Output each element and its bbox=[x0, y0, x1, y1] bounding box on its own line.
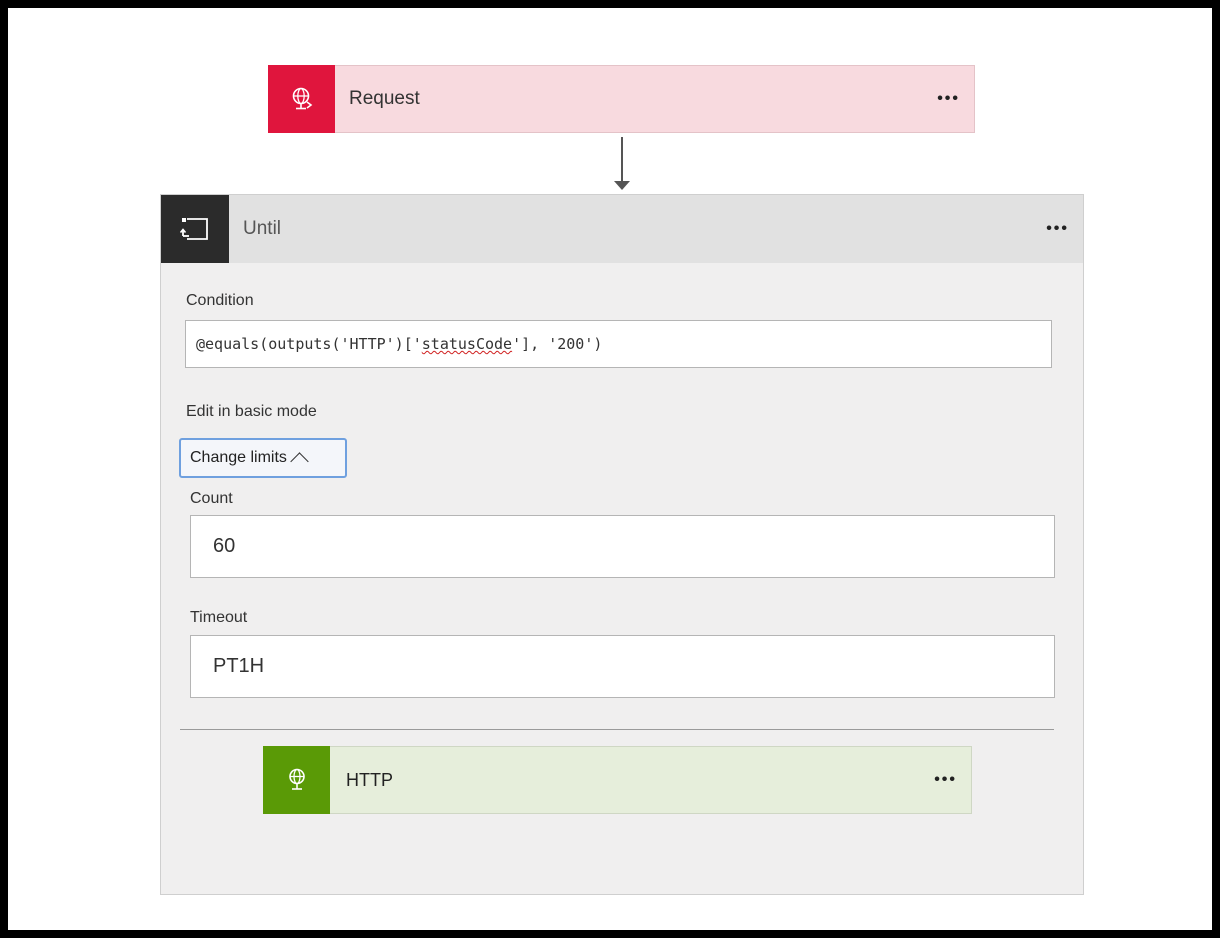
request-more-options-button[interactable]: ••• bbox=[923, 90, 974, 108]
chevron-up-icon bbox=[290, 452, 309, 471]
condition-label: Condition bbox=[186, 292, 254, 309]
until-icon-tile bbox=[161, 195, 229, 263]
connector-arrow-line bbox=[621, 137, 623, 183]
until-title: Until bbox=[243, 218, 282, 239]
until-scope-card: Until ••• Condition @equals(outputs('HTT… bbox=[160, 194, 1084, 895]
condition-input[interactable]: @equals(outputs('HTTP')[' statusCode '], '… bbox=[185, 320, 1052, 368]
scope-divider bbox=[180, 729, 1054, 730]
condition-suffix: '], '200') bbox=[512, 335, 603, 353]
globe-http-icon bbox=[288, 768, 305, 790]
http-more-options-button[interactable]: ••• bbox=[920, 771, 971, 789]
condition-misspelled-word: statusCode bbox=[421, 335, 513, 353]
connector-arrow-head bbox=[614, 181, 630, 190]
change-limits-label: Change limits bbox=[190, 449, 287, 466]
http-icon-tile bbox=[263, 745, 330, 814]
http-action-card[interactable]: HTTP ••• bbox=[263, 745, 972, 814]
until-more-options-button[interactable]: ••• bbox=[1032, 220, 1083, 238]
until-header[interactable]: Until ••• bbox=[161, 195, 1083, 263]
request-icon-tile bbox=[268, 64, 335, 133]
change-limits-button[interactable]: Change limits bbox=[179, 438, 347, 478]
count-label: Count bbox=[190, 490, 233, 507]
timeout-label: Timeout bbox=[190, 609, 248, 626]
timeout-input[interactable]: PT1H bbox=[190, 635, 1055, 698]
loop-until-icon bbox=[180, 218, 208, 240]
http-title: HTTP bbox=[346, 769, 393, 790]
count-input[interactable]: 60 bbox=[190, 515, 1055, 578]
condition-prefix: @equals(outputs('HTTP')[' bbox=[196, 335, 422, 353]
request-title: Request bbox=[349, 88, 420, 109]
request-card[interactable]: Request ••• bbox=[268, 64, 975, 133]
edit-basic-mode-link[interactable]: Edit in basic mode bbox=[186, 403, 317, 421]
globe-request-icon bbox=[292, 87, 312, 109]
